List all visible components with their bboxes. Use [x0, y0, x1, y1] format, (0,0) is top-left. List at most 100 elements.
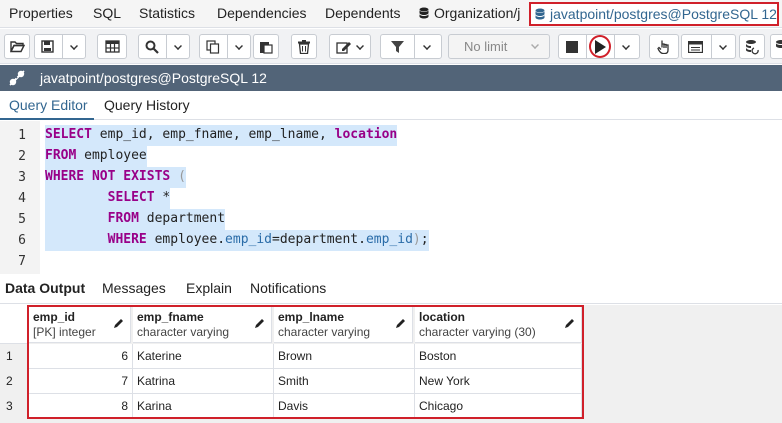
tab-organization[interactable]: Organization/j	[419, 0, 524, 27]
connection-bar: javatpoint/postgres@PostgreSQL 12	[0, 65, 782, 91]
line-number: 2	[18, 149, 26, 164]
tab-messages[interactable]: Messages	[102, 276, 166, 304]
paste-button[interactable]	[253, 34, 279, 59]
edit-grid-button[interactable]	[97, 34, 127, 59]
database-refresh-icon	[746, 40, 759, 55]
chevron-down-icon	[356, 42, 364, 50]
copy-icon	[206, 40, 220, 54]
table-cell[interactable]: Katrina	[133, 369, 274, 394]
database-icon	[419, 7, 429, 19]
connection-label: javatpoint/postgres@PostgreSQL 12	[40, 70, 267, 86]
stop-button[interactable]	[565, 40, 579, 54]
chevron-down-icon	[174, 42, 182, 50]
pencil-icon	[255, 319, 264, 328]
column-header-emp-fname[interactable]: emp_fname character varying	[133, 305, 272, 343]
table-cell[interactable]: 7	[29, 369, 133, 394]
pencil-icon	[396, 319, 405, 328]
commit-button[interactable]	[739, 34, 765, 59]
filter-button-group[interactable]	[380, 34, 442, 59]
table-cell[interactable]: Smith	[274, 369, 415, 394]
column-type: character varying	[137, 325, 230, 339]
code-line-2: FROM employee	[45, 146, 147, 167]
column-name: location	[419, 310, 466, 324]
copy-button-group[interactable]	[199, 34, 251, 59]
folder-open-icon	[10, 41, 25, 53]
tab-notifications[interactable]: Notifications	[250, 276, 326, 304]
row-number[interactable]: 3	[0, 399, 28, 413]
row-number[interactable]: 1	[0, 349, 28, 363]
tab-explain[interactable]: Explain	[186, 276, 232, 304]
line-number: 7	[18, 254, 26, 269]
terminal-icon	[688, 41, 703, 53]
macros-button-group[interactable]	[681, 34, 736, 59]
trash-icon	[298, 40, 310, 54]
column-header-emp-lname[interactable]: emp_lname character varying	[274, 305, 413, 343]
chevron-down-icon	[70, 42, 78, 50]
tab-statistics[interactable]: Statistics	[139, 0, 195, 27]
grid-corner[interactable]	[0, 305, 29, 344]
pencil-icon	[565, 319, 574, 328]
delete-button[interactable]	[291, 34, 317, 59]
table-cell[interactable]: Chicago	[415, 394, 582, 419]
editor-tab-strip: Query Editor Query History	[0, 92, 782, 120]
connection-plug-icon	[9, 70, 25, 86]
code-line-1: SELECT emp_id, emp_fname, emp_lname, loc…	[45, 125, 398, 146]
table-cell[interactable]: 8	[29, 394, 133, 419]
stop-icon	[566, 41, 578, 53]
column-name: emp_lname	[278, 310, 345, 324]
execute-button-highlight	[589, 35, 611, 58]
table-cell[interactable]: Boston	[415, 344, 582, 369]
row-limit-select[interactable]: No limit	[448, 34, 550, 59]
tab-query-editor[interactable]: Query Editor	[0, 92, 94, 120]
tab-query-tool-label: javatpoint/postgres@PostgreSQL 12	[550, 6, 777, 22]
explain-button[interactable]	[649, 34, 679, 59]
find-button-group[interactable]	[138, 34, 190, 59]
row-limit-value: No limit	[464, 39, 508, 54]
edit-button-group[interactable]	[329, 34, 371, 59]
tab-dependencies[interactable]: Dependencies	[217, 0, 307, 27]
save-button-group[interactable]	[34, 34, 86, 59]
edit-icon	[336, 42, 351, 54]
database-icon	[535, 8, 545, 20]
hand-pointer-icon	[657, 40, 669, 54]
table-cell[interactable]: Brown	[274, 344, 415, 369]
chevron-down-icon	[719, 42, 727, 50]
column-header-emp-id[interactable]: emp_id [PK] integer	[29, 305, 131, 343]
table-cell[interactable]: Davis	[274, 394, 415, 419]
column-type: character varying	[278, 325, 371, 339]
table-cell[interactable]: Katerine	[133, 344, 274, 369]
column-type: character varying (30)	[419, 325, 536, 339]
column-header-location[interactable]: location character varying (30)	[415, 305, 582, 343]
table-cell[interactable]: 6	[29, 344, 133, 369]
line-number: 1	[18, 128, 26, 143]
results-grid: emp_id [PK] integer emp_fname character …	[0, 305, 782, 423]
chevron-down-icon	[235, 42, 243, 50]
output-tab-strip: Data Output Messages Explain Notificatio…	[0, 276, 782, 304]
tab-data-output[interactable]: Data Output	[5, 276, 85, 304]
save-icon	[41, 40, 54, 53]
chevron-down-icon	[622, 42, 630, 50]
pencil-icon	[114, 319, 123, 328]
line-number-gutter: 1 2 3 4 5 6 7	[0, 121, 40, 274]
tab-sql[interactable]: SQL	[93, 0, 121, 27]
line-number: 3	[18, 170, 26, 185]
line-number: 6	[18, 233, 26, 248]
tab-query-tool-active[interactable]: javatpoint/postgres@PostgreSQL 12	[529, 2, 779, 26]
query-toolbar: No limit	[0, 29, 782, 64]
table-cell[interactable]: Karina	[133, 394, 274, 419]
search-icon	[145, 40, 159, 54]
tab-properties[interactable]: Properties	[9, 0, 73, 27]
table-icon	[105, 40, 120, 53]
row-number[interactable]: 2	[0, 374, 28, 388]
rollback-button[interactable]	[770, 34, 782, 59]
tab-query-history[interactable]: Query History	[104, 92, 190, 120]
table-cell[interactable]: New York	[415, 369, 582, 394]
open-file-button[interactable]	[4, 34, 30, 59]
code-line-5: FROM department	[45, 209, 226, 230]
paste-icon	[260, 42, 273, 54]
tab-dependents[interactable]: Dependents	[325, 0, 401, 27]
line-number: 5	[18, 212, 26, 227]
sql-editor[interactable]: 1 2 3 4 5 6 7 SELECT emp_id, emp_fname, …	[0, 121, 782, 274]
code-line-4: SELECT *	[45, 188, 171, 209]
line-number: 4	[18, 191, 26, 206]
